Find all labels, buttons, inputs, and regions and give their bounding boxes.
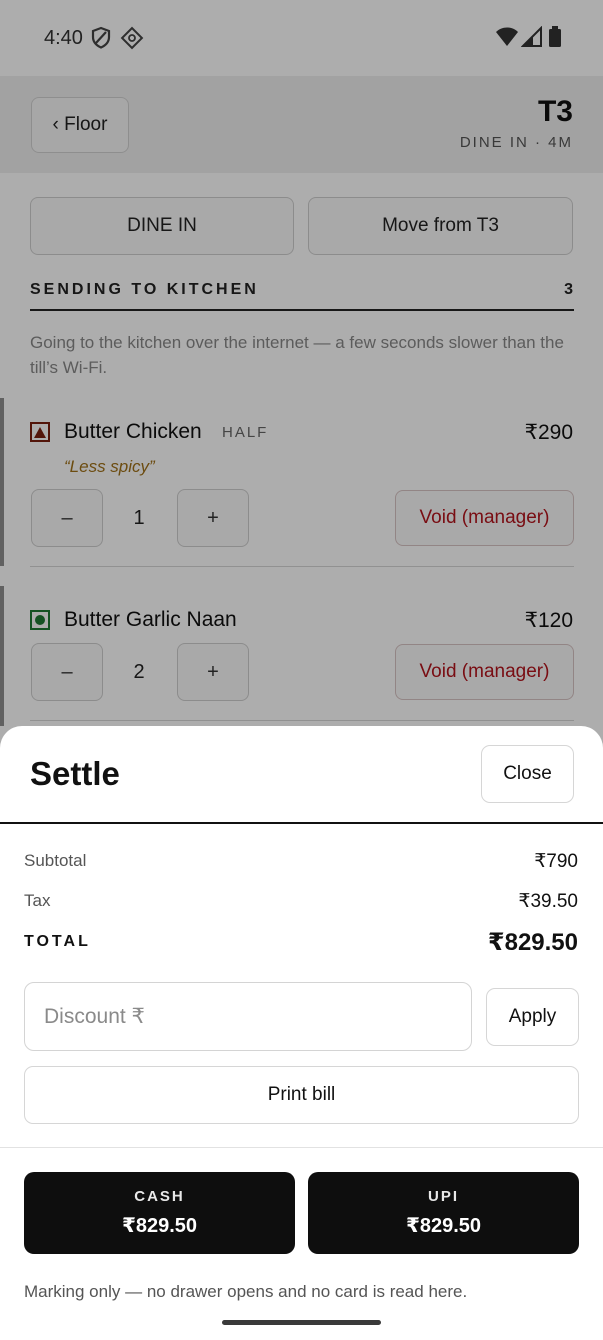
- total-label: TOTAL: [24, 933, 91, 950]
- sheet-header-divider: [0, 822, 603, 824]
- pay-upi-amount: ₹829.50: [405, 1215, 482, 1237]
- home-indicator[interactable]: [222, 1320, 381, 1325]
- pay-upi-label: UPI: [427, 1188, 459, 1205]
- pay-upi-button[interactable]: UPI ₹829.50: [308, 1172, 579, 1254]
- close-button[interactable]: Close: [481, 745, 574, 803]
- total-value: ₹829.50: [487, 929, 578, 956]
- sheet-title: Settle: [30, 755, 120, 792]
- tax-value: ₹39.50: [518, 891, 578, 912]
- payment-divider: [0, 1147, 603, 1148]
- pay-cash-button[interactable]: CASH ₹829.50: [24, 1172, 295, 1254]
- subtotal-value: ₹790: [534, 851, 578, 872]
- subtotal-label: Subtotal: [24, 851, 87, 870]
- pay-cash-label: CASH: [134, 1188, 185, 1205]
- pay-cash-amount: ₹829.50: [121, 1215, 198, 1237]
- payment-footer-note: Marking only — no drawer opens and no ca…: [24, 1282, 468, 1301]
- settle-sheet: Settle Close Subtotal ₹790 Tax ₹39.50 TO…: [0, 726, 603, 1340]
- tax-label: Tax: [24, 891, 51, 910]
- apply-discount-button[interactable]: Apply: [486, 988, 579, 1046]
- print-bill-button[interactable]: Print bill: [24, 1066, 579, 1124]
- discount-input[interactable]: [24, 982, 472, 1051]
